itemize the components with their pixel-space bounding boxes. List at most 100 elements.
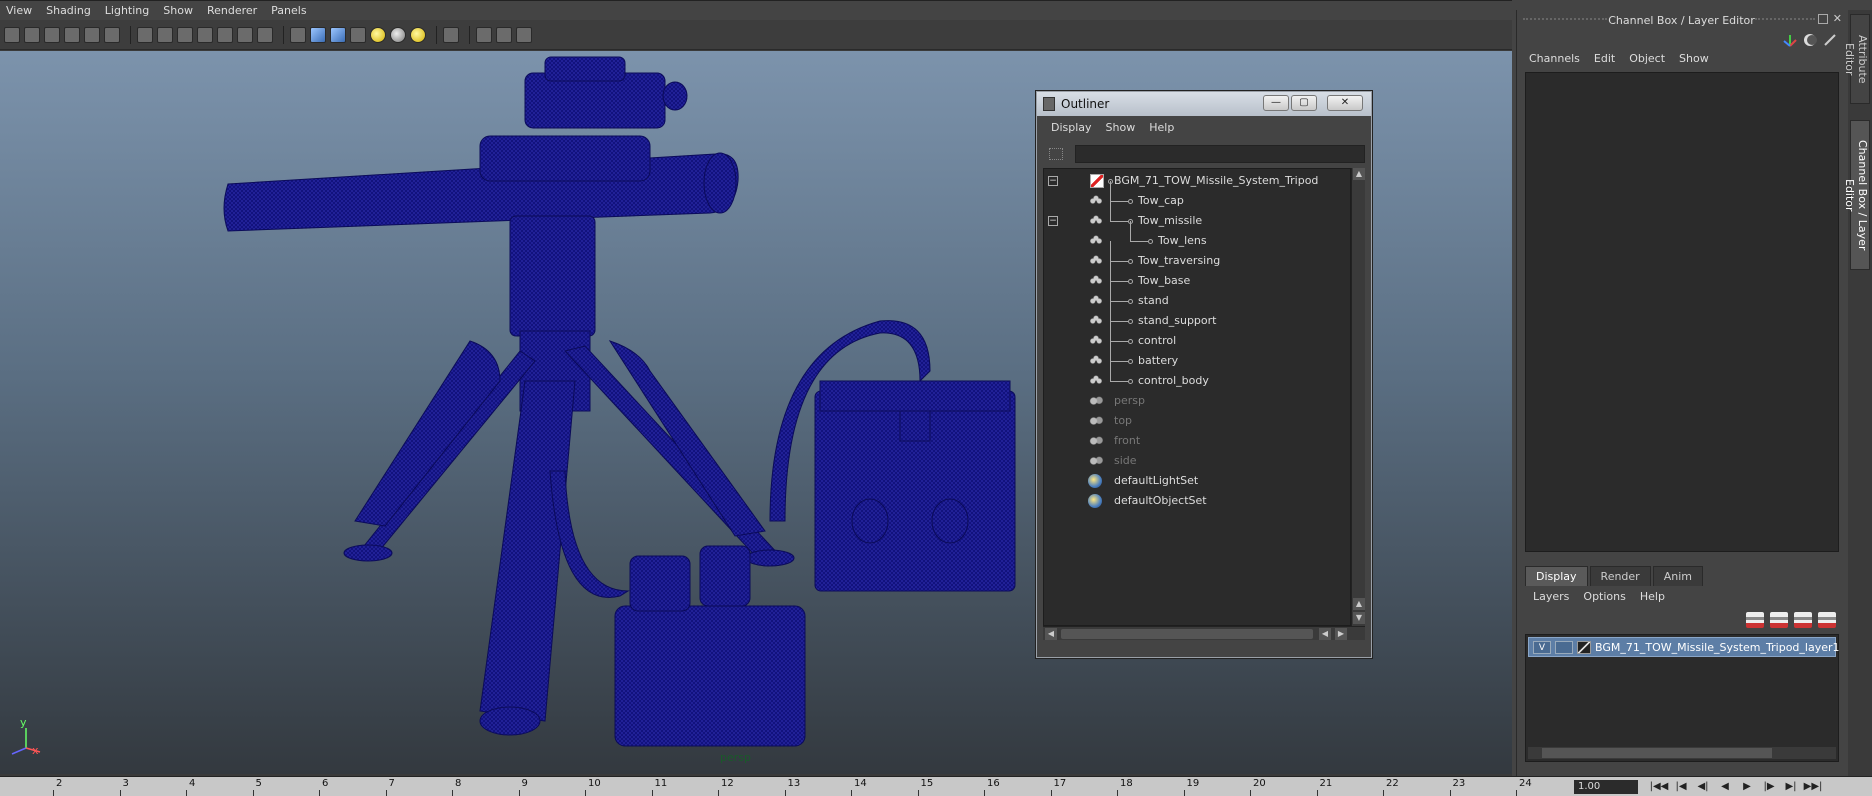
outliner-item[interactable]: control [1044, 321, 1344, 351]
outliner-horizontal-scrollbar[interactable]: ◀ ◀ ▶ [1043, 626, 1365, 640]
minimize-button[interactable]: — [1263, 95, 1289, 111]
layer-menu-options[interactable]: Options [1583, 590, 1625, 603]
collapse-toggle-icon[interactable]: − [1048, 216, 1058, 226]
channel-box-toggle-icon[interactable] [1802, 32, 1818, 48]
scroll-thumb[interactable] [1061, 629, 1313, 639]
step-forward-icon[interactable]: ▶| [1780, 780, 1802, 794]
step-forward-key-icon[interactable]: |▶ [1758, 780, 1780, 794]
use-all-lights-icon[interactable] [370, 26, 386, 43]
layer-color-swatch[interactable] [1577, 641, 1591, 654]
tab-channel-box-layer-editor[interactable]: Channel Box / Layer Editor [1843, 120, 1870, 270]
outliner-item[interactable]: − Tow_missile [1044, 201, 1344, 231]
outliner-item[interactable]: front [1044, 431, 1344, 451]
channel-menu-object[interactable]: Object [1629, 52, 1665, 65]
outliner-item[interactable]: stand [1044, 281, 1344, 311]
step-back-key-icon[interactable]: ◀| [1692, 780, 1714, 794]
menu-renderer[interactable]: Renderer [207, 4, 257, 17]
tab-attribute-editor[interactable]: Attribute Editor [1843, 14, 1870, 104]
safe-title-icon[interactable] [257, 26, 273, 43]
time-slider[interactable]: 1.00 |◀◀ |◀ ◀| ◀ ▶ |▶ ▶| ▶▶| 2 3 4 5 6 7 8 9 10 1… [0, 776, 1872, 796]
go-to-start-icon[interactable]: |◀◀ [1648, 780, 1670, 794]
menu-shading[interactable]: Shading [46, 4, 91, 17]
outliner-item[interactable]: defaultLightSet [1044, 471, 1344, 491]
menu-show[interactable]: Show [163, 4, 193, 17]
scroll-right-icon[interactable]: ▶ [1335, 628, 1347, 640]
new-layer-from-selected-icon[interactable] [1818, 612, 1836, 628]
layer-menu-layers[interactable]: Layers [1533, 590, 1569, 603]
wireframe-on-shaded-icon[interactable] [330, 26, 346, 43]
outliner-menu-display[interactable]: Display [1051, 121, 1092, 134]
2d-pan-zoom-icon[interactable] [84, 26, 100, 43]
maximize-button[interactable]: ▢ [1291, 95, 1317, 111]
channel-menu-show[interactable]: Show [1679, 52, 1709, 65]
move-layer-up-icon[interactable] [1746, 612, 1764, 628]
resolution-gate-icon[interactable] [177, 26, 193, 43]
outliner-menu-help[interactable]: Help [1149, 121, 1174, 134]
scroll-up-icon[interactable]: ▲ [1353, 168, 1365, 180]
layer-visibility-toggle[interactable]: V [1533, 641, 1551, 654]
filter-icon[interactable] [1049, 148, 1063, 160]
current-time-field[interactable]: 1.00 [1574, 780, 1638, 794]
tab-anim[interactable]: Anim [1652, 566, 1703, 586]
play-backwards-icon[interactable]: ◀ [1714, 780, 1736, 794]
shadows-icon[interactable] [390, 26, 406, 43]
xray-icon[interactable] [476, 26, 492, 43]
grid-icon[interactable] [137, 26, 153, 43]
outliner-menu-show[interactable]: Show [1106, 121, 1136, 134]
outliner-vertical-scrollbar[interactable]: ▲ ▲ ▼ [1351, 168, 1365, 626]
tab-display[interactable]: Display [1525, 566, 1588, 586]
layer-menu-help[interactable]: Help [1640, 590, 1665, 603]
outliner-item[interactable]: Tow_cap [1044, 181, 1344, 211]
outliner-item[interactable]: battery [1044, 341, 1344, 371]
outliner-item[interactable]: top [1044, 411, 1344, 431]
outliner-item[interactable]: Tow_traversing [1044, 241, 1344, 271]
outliner-item[interactable]: persp [1044, 391, 1344, 411]
scroll-left-icon[interactable]: ◀ [1319, 628, 1331, 640]
menu-lighting[interactable]: Lighting [105, 4, 149, 17]
smooth-shade-icon[interactable] [310, 26, 326, 43]
scroll-down-icon[interactable]: ▼ [1353, 612, 1365, 624]
menu-panels[interactable]: Panels [271, 4, 306, 17]
outliner-item[interactable]: − BGM_71_TOW_Missile_System_Tripod [1044, 171, 1344, 191]
outliner-item[interactable]: Tow_base [1044, 261, 1344, 291]
panel-grip[interactable] [1523, 18, 1607, 22]
textured-icon[interactable] [350, 26, 366, 43]
scroll-up-icon[interactable]: ▲ [1353, 598, 1365, 610]
new-empty-layer-icon[interactable] [1794, 612, 1812, 628]
channel-menu-edit[interactable]: Edit [1594, 52, 1615, 65]
outliner-titlebar[interactable]: Outliner — ▢ ✕ [1037, 92, 1371, 116]
outliner-item[interactable]: Tow_lens [1044, 221, 1344, 251]
step-back-icon[interactable]: |◀ [1670, 780, 1692, 794]
attribute-editor-toggle-icon[interactable] [1822, 32, 1838, 48]
layer-row[interactable]: V BGM_71_TOW_Missile_System_Tripod_layer… [1528, 637, 1840, 657]
channel-menu-channels[interactable]: Channels [1529, 52, 1580, 65]
node-graph-icon[interactable] [516, 26, 532, 43]
scroll-left-icon[interactable]: ◀ [1045, 628, 1057, 640]
xray-joints-icon[interactable] [496, 26, 512, 43]
collapse-toggle-icon[interactable]: − [1048, 176, 1058, 186]
layer-horizontal-scrollbar[interactable] [1528, 747, 1836, 759]
outliner-item[interactable]: defaultObjectSet [1044, 491, 1344, 511]
grease-pencil-icon[interactable] [104, 26, 120, 43]
move-layer-down-icon[interactable] [1770, 612, 1788, 628]
outliner-item[interactable]: stand_support [1044, 301, 1344, 331]
panel-grip[interactable] [1755, 18, 1815, 22]
axis-toggle-icon[interactable] [1782, 32, 1798, 48]
isolate-select-icon[interactable] [443, 26, 459, 43]
layer-playback-toggle[interactable] [1555, 641, 1573, 654]
safe-action-icon[interactable] [237, 26, 253, 43]
play-forwards-icon[interactable]: ▶ [1736, 780, 1758, 794]
select-camera-icon[interactable] [4, 26, 20, 43]
image-plane-icon[interactable] [64, 26, 80, 43]
wireframe-icon[interactable] [290, 26, 306, 43]
default-light-icon[interactable] [410, 26, 426, 43]
channel-box-area[interactable] [1525, 72, 1839, 552]
bookmarks-icon[interactable] [44, 26, 60, 43]
menu-view[interactable]: View [6, 4, 32, 17]
film-gate-icon[interactable] [157, 26, 173, 43]
field-chart-icon[interactable] [217, 26, 233, 43]
outliner-search-input[interactable] [1075, 145, 1365, 163]
float-panel-icon[interactable] [1818, 14, 1828, 24]
outliner-item[interactable]: control_body [1044, 361, 1344, 391]
camera-attributes-icon[interactable] [24, 26, 40, 43]
